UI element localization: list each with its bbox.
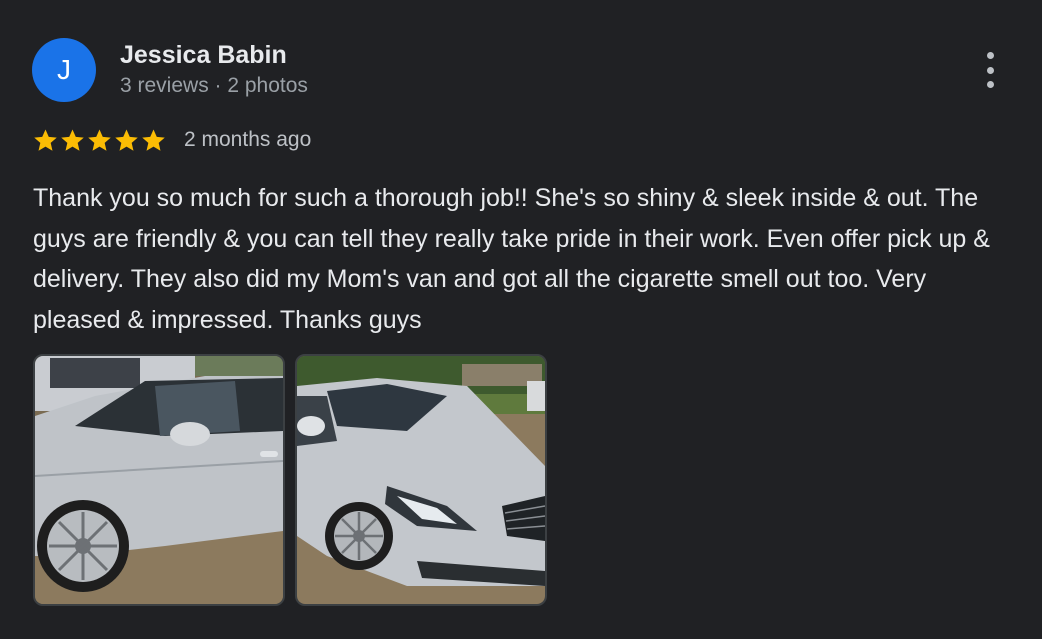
star-icon [88,128,111,151]
star-icon [115,128,138,151]
reviewer-meta[interactable]: 3 reviews · 2 photos [120,73,308,99]
reviewer-name[interactable]: Jessica Babin [120,40,287,70]
avatar[interactable]: J [32,38,96,102]
more-vert-icon-dot [986,81,994,88]
avatar-initial: J [57,54,71,85]
review-card: J Jessica Babin 3 reviews · 2 photos 2 m… [0,0,1042,639]
car-photo-image [297,356,545,604]
star-icon [34,128,57,151]
more-vert-icon [986,52,994,59]
more-options-button[interactable] [976,52,1004,88]
star-rating [32,126,167,154]
review-photo-2[interactable] [295,354,547,606]
review-text: Thank you so much for such a thorough jo… [33,184,990,334]
review-time: 2 months ago [184,128,312,151]
star-icon [61,128,84,151]
more-vert-icon-dot [986,66,994,74]
car-photo-image [35,356,283,604]
review-photo-1[interactable] [33,354,285,606]
star-icon [142,128,165,151]
